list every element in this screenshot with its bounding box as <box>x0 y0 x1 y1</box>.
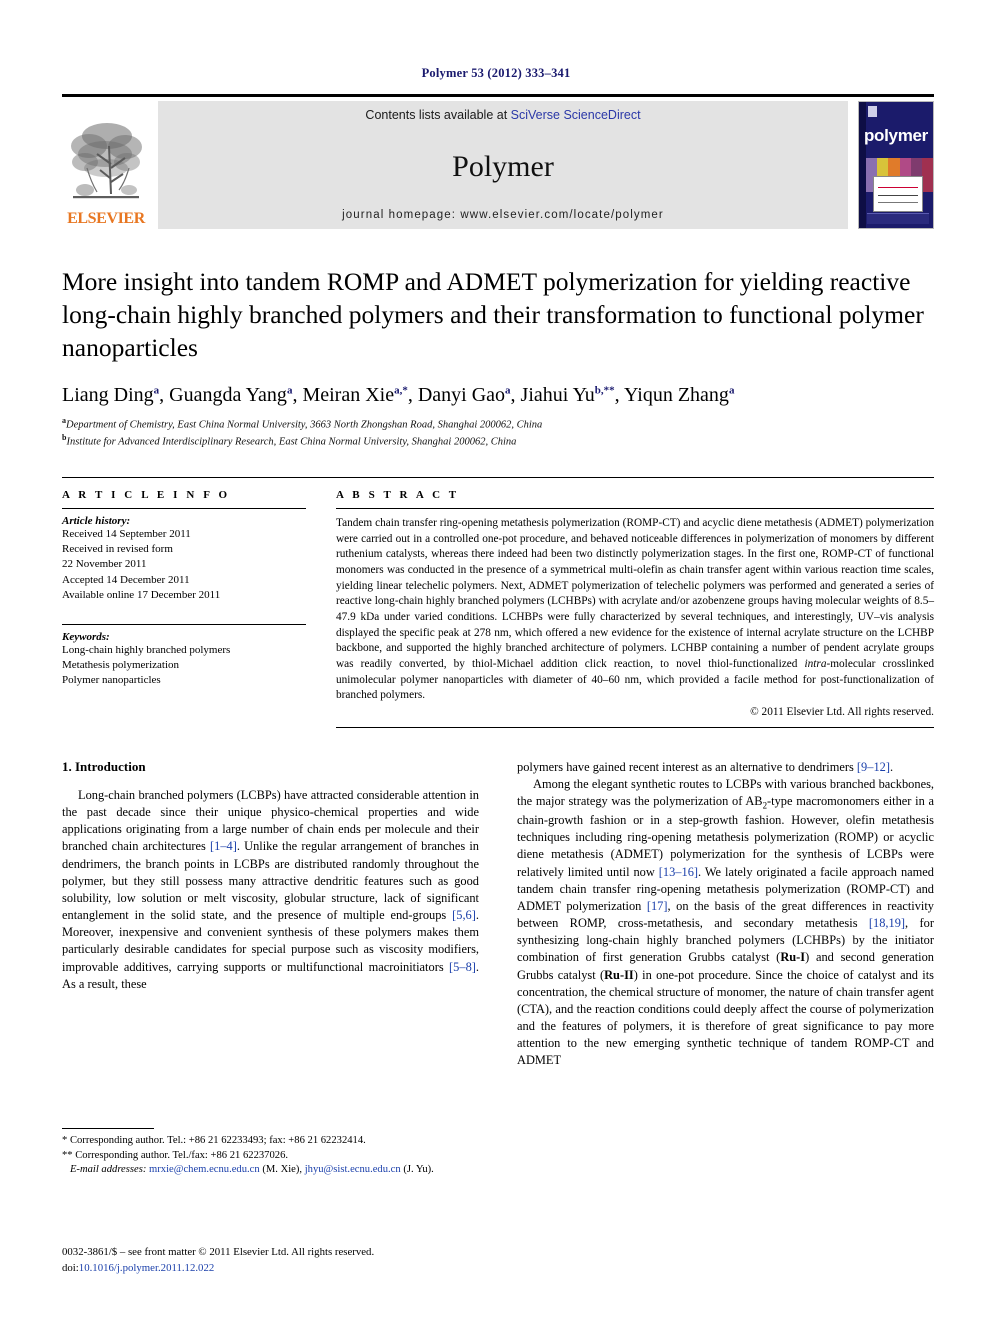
abstract-text: Tandem chain transfer ring-opening metat… <box>336 517 934 702</box>
affiliation: bInstitute for Advanced Interdisciplinar… <box>62 432 517 448</box>
doi-line: doi:10.1016/j.polymer.2011.12.022 <box>62 1261 215 1274</box>
citation-link[interactable]: [18,19] <box>869 916 905 930</box>
keywords-heading: Keywords: <box>62 631 110 643</box>
email-link[interactable]: mrxie@chem.ecnu.edu.cn <box>149 1164 260 1175</box>
keyword: Metathesis polymerization <box>62 659 179 672</box>
author-affil-marker: a,* <box>394 384 408 397</box>
elsevier-wordmark: ELSEVIER <box>67 210 145 227</box>
article-history-heading: Article history: <box>62 515 131 528</box>
author-affil-marker: a <box>728 384 735 397</box>
keyword: Long-chain highly branched polymers <box>62 644 231 656</box>
paragraph: Among the elegant synthetic routes to LC… <box>517 777 934 1068</box>
author: Meiran Xiea,*, <box>302 384 418 407</box>
title-block: More insight into tandem ROMP and ADMET … <box>62 265 932 449</box>
author-list: Liang Dinga, Guangda Yanga, Meiran Xiea,… <box>62 384 932 407</box>
catalyst-label: Ru-II <box>604 967 634 982</box>
journal-title: Polymer <box>452 149 554 183</box>
author: Yiqun Zhanga <box>623 384 735 407</box>
cover-chart-inset <box>873 176 923 212</box>
author: Jiahui Yub,**, <box>520 384 624 407</box>
info-abstract-area: A R T I C L E I N F O Article history: R… <box>62 477 934 728</box>
article-info-label: A R T I C L E I N F O <box>62 489 231 502</box>
keywords-block: Keywords: Long-chain highly branched pol… <box>62 618 306 689</box>
author-affil-marker: b,** <box>594 384 615 397</box>
elsevier-tree-icon <box>71 123 142 199</box>
abstract-column: A B S T R A C T Tandem chain transfer ri… <box>336 489 934 728</box>
doi-link[interactable]: 10.1016/j.polymer.2011.12.022 <box>79 1262 214 1274</box>
history-item: 22 November 2011 <box>62 558 147 571</box>
author: Danyi Gaoa, <box>417 384 521 407</box>
abstract-copyright: © 2011 Elsevier Ltd. All rights reserved… <box>750 705 934 718</box>
author: Liang Dinga, <box>62 384 170 407</box>
citation-link[interactable]: [13–16] <box>659 865 698 879</box>
citation-link[interactable]: [1–4] <box>210 839 237 853</box>
contents-line: Contents lists available at SciVerse Sci… <box>365 108 640 122</box>
author: Guangda Yanga, <box>169 384 303 407</box>
paragraph: Long-chain branched polymers (LCBPs) hav… <box>62 787 479 991</box>
journal-homepage[interactable]: journal homepage: www.elsevier.com/locat… <box>342 209 664 221</box>
footnote-block: * Corresponding author. Tel.: +86 21 622… <box>62 1128 482 1178</box>
keyword: Polymer nanoparticles <box>62 674 161 687</box>
imprint-block: 0032-3861/$ – see front matter © 2011 El… <box>62 1245 522 1276</box>
footnote-divider <box>62 1128 154 1129</box>
catalyst-label: Ru-I <box>780 950 806 965</box>
corresponding-author-note: ** Corresponding author. Tel./fax: +86 2… <box>62 1149 289 1161</box>
email-note: E-mail addresses: mrxie@chem.ecnu.edu.cn… <box>69 1164 434 1176</box>
journal-masthead: ELSEVIER Contents lists available at Sci… <box>62 94 934 229</box>
running-head: Polymer 53 (2012) 333–341 <box>421 66 571 80</box>
affiliation-list: aDepartment of Chemistry, East China Nor… <box>62 416 932 449</box>
citation-link[interactable]: [9–12] <box>857 760 890 774</box>
abstract-label: A B S T R A C T <box>336 489 460 502</box>
history-item: Available online 17 December 2011 <box>62 588 221 601</box>
paper-page: Polymer 53 (2012) 333–341 ELSEVIER Conte… <box>0 0 992 1323</box>
paragraph: polymers have gained recent interest as … <box>517 759 894 774</box>
corresponding-author-note: * Corresponding author. Tel.: +86 21 622… <box>62 1135 366 1146</box>
affiliation: aDepartment of Chemistry, East China Nor… <box>62 416 543 431</box>
contents-prefix: Contents lists available at <box>365 108 511 122</box>
history-item: Received in revised form <box>62 543 173 556</box>
contents-banner: Contents lists available at SciVerse Sci… <box>158 101 848 229</box>
history-item: Accepted 14 December 2011 <box>62 573 190 586</box>
journal-cover-thumbnail: polymer <box>858 101 934 229</box>
history-item: Received 14 September 2011 <box>62 528 191 541</box>
email-label: E-mail addresses: <box>69 1164 147 1176</box>
page-title: More insight into tandem ROMP and ADMET … <box>62 267 924 363</box>
body-column-left: 1. Introduction Long-chain branched poly… <box>62 759 479 1070</box>
body-columns: 1. Introduction Long-chain branched poly… <box>62 759 934 1070</box>
elsevier-logo: ELSEVIER <box>62 101 150 229</box>
sciencedirect-link[interactable]: SciVerse ScienceDirect <box>511 108 641 122</box>
citation-link[interactable]: [5,6] <box>452 908 476 922</box>
cover-title: polymer <box>863 126 929 145</box>
article-info-column: A R T I C L E I N F O Article history: R… <box>62 489 306 728</box>
citation-link[interactable]: [5–8] <box>449 960 476 974</box>
body-column-right: polymers have gained recent interest as … <box>517 759 934 1070</box>
citation-link[interactable]: [17] <box>647 899 668 913</box>
email-link[interactable]: jhyu@sist.ecnu.edu.cn <box>305 1164 401 1175</box>
issn-line: 0032-3861/$ – see front matter © 2011 El… <box>62 1246 375 1258</box>
section-heading-introduction: 1. Introduction <box>62 758 146 774</box>
